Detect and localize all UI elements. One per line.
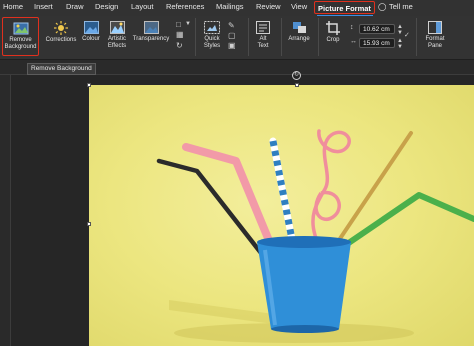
ribbon-divider	[195, 18, 196, 56]
format-pane-label-1: Format	[425, 36, 445, 42]
artistic-effects-icon	[109, 21, 125, 34]
tab-design[interactable]: Design	[95, 2, 118, 11]
width-field[interactable]: 15.93 cm	[359, 38, 395, 48]
tab-references[interactable]: References	[166, 2, 204, 11]
arrange-button[interactable]: Arrange	[284, 21, 314, 43]
width-stepper[interactable]: ▲ ▼	[397, 38, 403, 50]
tab-draw[interactable]: Draw	[66, 2, 84, 11]
crop-label: Crop	[326, 37, 340, 43]
picture-content	[156, 129, 474, 343]
lock-aspect-icon[interactable]: ✓	[404, 31, 410, 39]
transparency-label: Transparency	[132, 36, 170, 42]
change-picture-icon[interactable]: ▦	[176, 30, 184, 39]
height-icon: ↕	[350, 24, 354, 31]
tooltip: Remove Background	[27, 63, 96, 75]
corrections-button[interactable]: Corrections	[45, 21, 77, 44]
tab-view[interactable]: View	[291, 2, 307, 11]
artistic-effects-label-2: Effects	[107, 43, 127, 49]
colour-label: Colour	[82, 36, 100, 42]
alt-text-button[interactable]: Alt Text	[254, 21, 272, 50]
ribbon-divider	[248, 18, 249, 56]
arrange-icon	[292, 22, 306, 33]
crop-icon	[326, 21, 340, 35]
arrange-label: Arrange	[288, 36, 310, 42]
format-pane-label-2: Pane	[427, 43, 442, 49]
resize-handle-top[interactable]	[295, 83, 299, 87]
quick-styles-label-2: Styles	[203, 43, 221, 49]
sun-icon	[54, 21, 68, 35]
chevron-down-icon[interactable]: ▼	[185, 21, 191, 27]
picture-layout-icon[interactable]: ▣	[228, 41, 236, 50]
quick-styles-icon	[204, 21, 220, 34]
corrections-label: Corrections	[45, 37, 77, 43]
tab-review[interactable]: Review	[256, 2, 281, 11]
picture-border-icon[interactable]: ✎	[228, 21, 235, 30]
remove-background-label-1: Remove	[9, 37, 32, 43]
ribbon-divider	[281, 18, 282, 56]
format-pane-icon	[428, 21, 442, 34]
lightbulb-icon: ◯	[378, 2, 387, 11]
crop-button[interactable]: Crop	[322, 21, 344, 44]
tab-mailings[interactable]: Mailings	[216, 2, 244, 11]
remove-background-icon	[13, 22, 28, 35]
selected-picture[interactable]	[89, 85, 474, 346]
colour-icon	[83, 21, 99, 34]
tab-picture-format[interactable]: Picture Format	[314, 1, 375, 14]
tell-me-search[interactable]: Tell me	[389, 2, 413, 11]
artistic-effects-button[interactable]: Artistic Effects	[104, 21, 130, 50]
tab-insert[interactable]: Insert	[34, 2, 53, 11]
height-field[interactable]: 10.62 cm	[359, 24, 395, 34]
alt-text-label-2: Text	[257, 43, 269, 49]
format-pane-button[interactable]: Format Pane	[422, 21, 448, 50]
remove-background-button[interactable]: Remove Background	[2, 17, 39, 56]
picture-effects-icon[interactable]: ▢	[228, 31, 236, 40]
remove-background-label-2: Background	[4, 44, 37, 50]
width-icon: ↔	[350, 38, 357, 45]
ribbon-tabs: Home Insert Draw Design Layout Reference…	[0, 0, 474, 16]
alt-text-icon	[256, 21, 270, 34]
resize-handle-left[interactable]	[87, 222, 91, 226]
artistic-effects-label-1: Artistic	[108, 36, 126, 42]
rotate-handle-icon[interactable]: ↻	[292, 71, 301, 80]
resize-handle-top-left[interactable]	[87, 83, 91, 87]
compress-pictures-icon[interactable]: □	[176, 20, 181, 29]
vertical-ruler	[0, 75, 11, 346]
transparency-icon	[143, 21, 159, 34]
colour-button[interactable]: Colour	[80, 21, 102, 43]
ribbon-divider	[416, 18, 417, 56]
ribbon-divider	[318, 18, 319, 56]
height-stepper[interactable]: ▲ ▼	[397, 24, 403, 36]
quick-styles-button[interactable]: Quick Styles	[199, 21, 225, 50]
reset-picture-icon[interactable]: ↻	[176, 41, 183, 50]
quick-styles-label-1: Quick	[204, 36, 220, 42]
tab-home[interactable]: Home	[3, 2, 23, 11]
alt-text-label-1: Alt	[259, 36, 267, 42]
transparency-button[interactable]: Transparency	[131, 21, 171, 43]
tab-layout[interactable]: Layout	[131, 2, 154, 11]
